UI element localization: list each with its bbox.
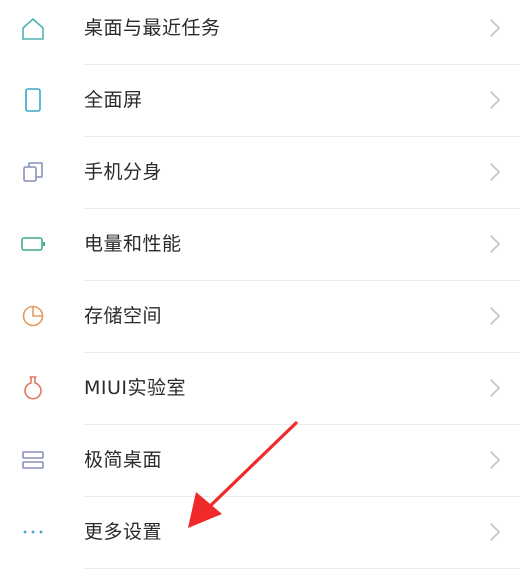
home-icon [22, 18, 44, 40]
settings-item-miui-lab[interactable]: MIUI实验室 [0, 352, 520, 424]
clone-icon [23, 162, 43, 182]
chevron-right-icon [490, 19, 500, 37]
flask-icon [24, 376, 42, 400]
divider [84, 568, 520, 569]
settings-item-label: 手机分身 [84, 161, 163, 183]
settings-item-battery-performance[interactable]: 电量和性能 [0, 208, 520, 280]
settings-list: 桌面与最近任务 全面屏 手机分身 电量和性能 存储空间 MIUI实验室 极简桌面… [0, 0, 520, 582]
chevron-right-icon [490, 163, 500, 181]
settings-item-label: 电量和性能 [84, 233, 182, 255]
battery-icon [21, 237, 45, 251]
chevron-right-icon [490, 235, 500, 253]
settings-item-simple-desktop[interactable]: 极简桌面 [0, 424, 520, 496]
settings-item-more-settings[interactable]: 更多设置 [0, 496, 520, 568]
settings-item-dual-apps[interactable]: 手机分身 [0, 136, 520, 208]
settings-item-desktop-recents[interactable]: 桌面与最近任务 [0, 0, 520, 64]
chevron-right-icon [490, 379, 500, 397]
chevron-right-icon [490, 307, 500, 325]
phone-screen-icon [25, 88, 41, 112]
settings-item-fullscreen[interactable]: 全面屏 [0, 64, 520, 136]
settings-item-label: 桌面与最近任务 [84, 17, 221, 39]
settings-item-storage[interactable]: 存储空间 [0, 280, 520, 352]
settings-item-label: MIUI实验室 [84, 377, 187, 399]
settings-item-label: 极简桌面 [84, 449, 163, 471]
layout-icon [22, 451, 44, 469]
settings-item-label: 全面屏 [84, 89, 143, 111]
settings-item-label: 存储空间 [84, 305, 163, 327]
settings-item-label: 更多设置 [84, 521, 163, 543]
more-dots-icon [23, 530, 43, 534]
pie-chart-icon [22, 305, 44, 327]
chevron-right-icon [490, 523, 500, 541]
chevron-right-icon [490, 91, 500, 109]
chevron-right-icon [490, 451, 500, 469]
